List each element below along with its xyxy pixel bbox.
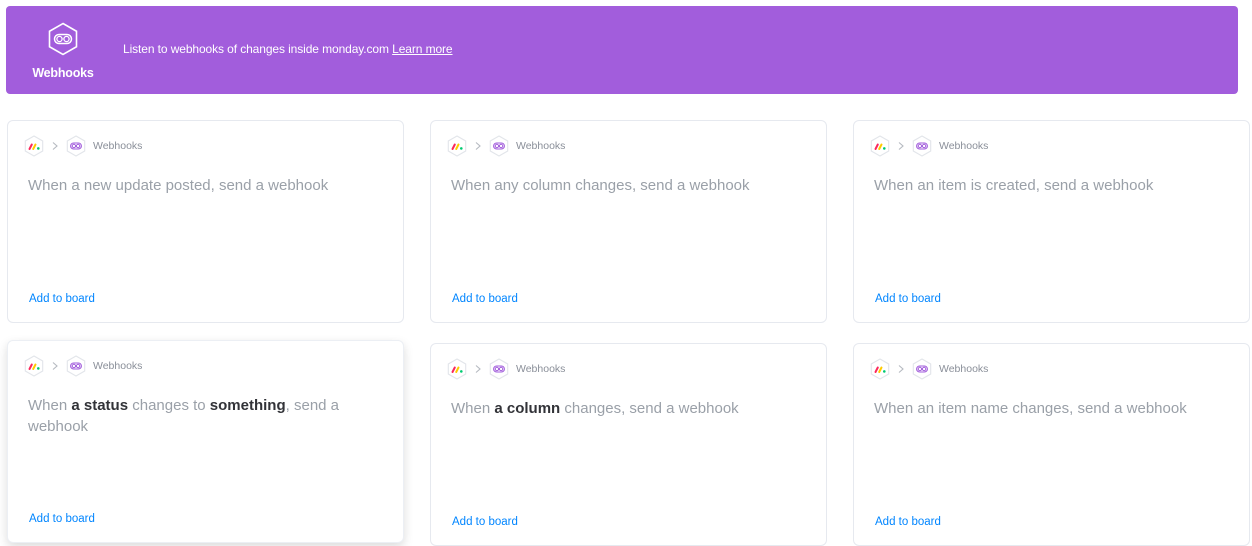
- recipe-card[interactable]: Webhooks When a new update posted, send …: [7, 120, 404, 323]
- recipe-field-value[interactable]: something: [210, 397, 286, 414]
- breadcrumb-label: Webhooks: [93, 140, 143, 152]
- recipe-text: changes, send a webhook: [560, 400, 739, 417]
- recipe-sentence: When an item is created, send a webhook: [874, 175, 1234, 196]
- breadcrumb-label: Webhooks: [516, 363, 566, 375]
- breadcrumb-label: Webhooks: [939, 363, 989, 375]
- webhooks-icon: [66, 355, 86, 377]
- banner-description: Listen to webhooks of changes inside mon…: [123, 42, 453, 56]
- webhooks-icon: [66, 135, 86, 157]
- recipe-card[interactable]: Webhooks When an item name changes, send…: [853, 343, 1250, 546]
- chevron-right-icon: [52, 362, 58, 370]
- breadcrumb: Webhooks: [23, 355, 142, 377]
- app-name: Webhooks: [32, 66, 94, 80]
- breadcrumb: Webhooks: [869, 135, 988, 157]
- webhooks-hex-icon: [48, 22, 78, 56]
- recipe-sentence: When a new update posted, send a webhook: [28, 175, 388, 196]
- breadcrumb: Webhooks: [446, 135, 565, 157]
- add-to-board-link[interactable]: Add to board: [452, 516, 518, 528]
- monday-logo-icon: [870, 135, 890, 157]
- add-to-board-link[interactable]: Add to board: [452, 293, 518, 305]
- webhooks-icon: [912, 358, 932, 380]
- add-to-board-link[interactable]: Add to board: [29, 513, 95, 525]
- recipe-text: When any column changes, send a webhook: [451, 177, 750, 194]
- recipe-card[interactable]: Webhooks When an item is created, send a…: [853, 120, 1250, 323]
- recipe-field-status[interactable]: a status: [71, 397, 128, 414]
- add-to-board-link[interactable]: Add to board: [875, 293, 941, 305]
- webhooks-icon: [912, 135, 932, 157]
- breadcrumb-label: Webhooks: [516, 140, 566, 152]
- recipe-field-column[interactable]: a column: [494, 400, 560, 417]
- breadcrumb-label: Webhooks: [939, 140, 989, 152]
- monday-logo-icon: [24, 135, 44, 157]
- recipe-text: When: [28, 397, 72, 414]
- breadcrumb: Webhooks: [446, 358, 565, 380]
- recipe-card[interactable]: Webhooks When any column changes, send a…: [430, 120, 827, 323]
- recipe-sentence: When a status changes to something, send…: [28, 395, 388, 437]
- chevron-right-icon: [898, 365, 904, 373]
- app-banner: Webhooks Listen to webhooks of changes i…: [6, 6, 1238, 94]
- chevron-right-icon: [475, 365, 481, 373]
- chevron-right-icon: [898, 142, 904, 150]
- chevron-right-icon: [52, 142, 58, 150]
- recipe-text: When an item name changes, send a webhoo…: [874, 400, 1187, 417]
- webhooks-app-logo: Webhooks: [30, 22, 96, 86]
- recipe-sentence: When an item name changes, send a webhoo…: [874, 398, 1234, 419]
- add-to-board-link[interactable]: Add to board: [875, 516, 941, 528]
- recipe-card[interactable]: Webhooks When a status changes to someth…: [7, 340, 404, 543]
- recipe-sentence: When a column changes, send a webhook: [451, 398, 811, 419]
- monday-logo-icon: [447, 135, 467, 157]
- breadcrumb: Webhooks: [23, 135, 142, 157]
- breadcrumb-label: Webhooks: [93, 360, 143, 372]
- breadcrumb: Webhooks: [869, 358, 988, 380]
- recipe-text: When: [451, 400, 495, 417]
- webhooks-icon: [489, 135, 509, 157]
- recipe-sentence: When any column changes, send a webhook: [451, 175, 811, 196]
- recipe-text: When an item is created, send a webhook: [874, 177, 1154, 194]
- chevron-right-icon: [475, 142, 481, 150]
- recipe-card[interactable]: Webhooks When a column changes, send a w…: [430, 343, 827, 546]
- recipe-text: changes to: [128, 397, 210, 414]
- webhooks-icon: [489, 358, 509, 380]
- add-to-board-link[interactable]: Add to board: [29, 293, 95, 305]
- learn-more-link[interactable]: Learn more: [392, 42, 452, 56]
- banner-description-text: Listen to webhooks of changes inside mon…: [123, 42, 393, 56]
- monday-logo-icon: [447, 358, 467, 380]
- monday-logo-icon: [870, 358, 890, 380]
- monday-logo-icon: [24, 355, 44, 377]
- recipe-text: When a new update posted, send a webhook: [28, 177, 329, 194]
